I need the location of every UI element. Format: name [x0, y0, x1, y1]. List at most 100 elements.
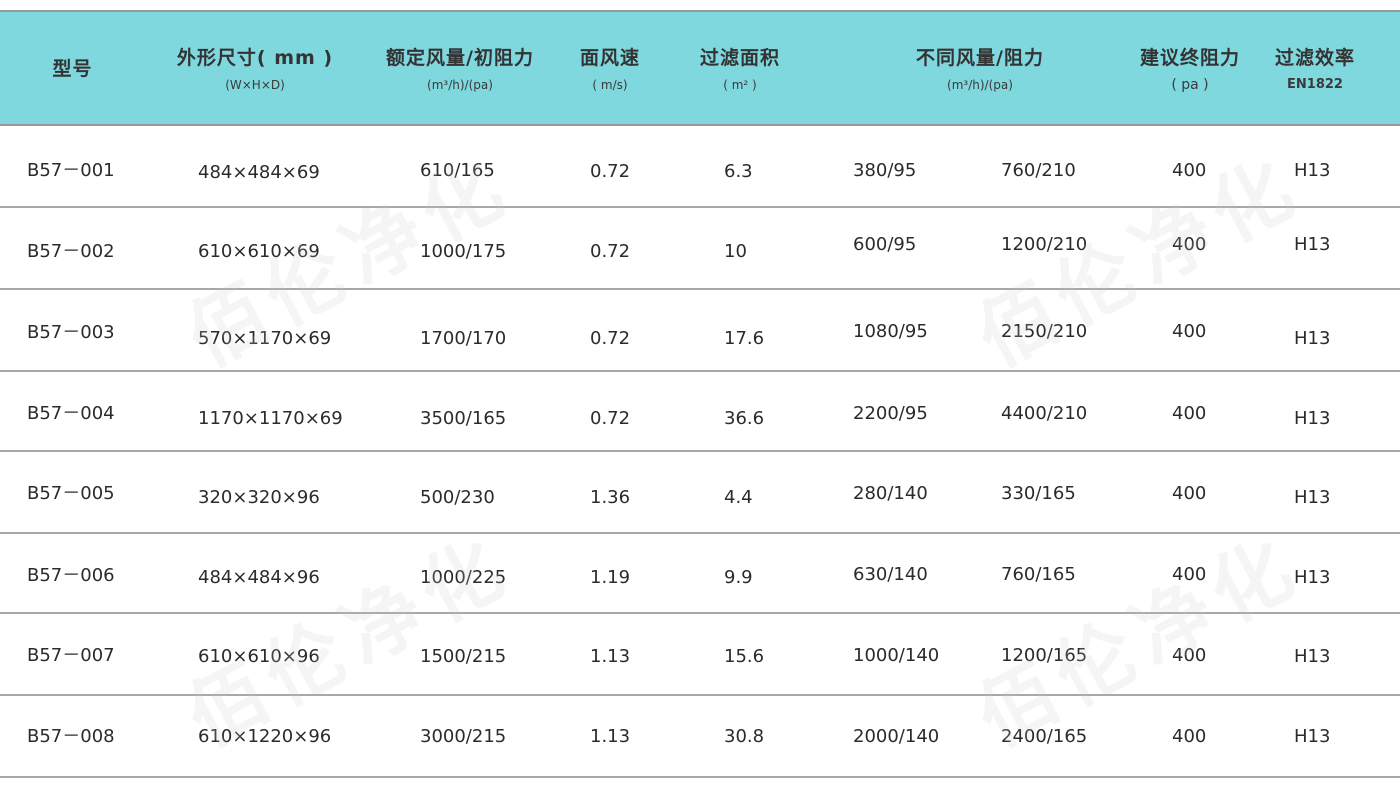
cell-size: 484×484×69 — [198, 162, 320, 183]
cell-rated: 3000/215 — [420, 726, 507, 747]
cell-eff: H13 — [1294, 487, 1331, 508]
cell-speed: 1.19 — [590, 567, 631, 588]
cell-size: 1170×1170×69 — [198, 408, 343, 429]
cell-flow-2: 330/165 — [1001, 483, 1076, 504]
cell-size: 484×484×96 — [198, 567, 320, 588]
cell-model: B57－003 — [27, 322, 115, 343]
cell-eff: H13 — [1294, 160, 1331, 181]
cell-flow-2: 1200/165 — [1001, 645, 1088, 666]
cell-flow-2: 760/165 — [1001, 564, 1076, 585]
header-area-unit: ( m² ) — [723, 77, 757, 92]
cell-rated: 610/165 — [420, 160, 495, 181]
cell-flow-2: 2150/210 — [1001, 321, 1088, 342]
cell-area: 6.3 — [724, 161, 753, 182]
header-size: 外形尺寸( mm ) (W×H×D) — [160, 12, 350, 125]
header-model: 型号 — [20, 12, 125, 125]
cell-area: 30.8 — [724, 726, 765, 747]
cell-flow-1: 380/95 — [853, 160, 917, 181]
cell-eff: H13 — [1294, 726, 1331, 747]
cell-area: 10 — [724, 241, 747, 262]
header-eff-standard: EN1822 — [1287, 76, 1343, 92]
cell-flow-1: 280/140 — [853, 483, 928, 504]
cell-rated: 500/230 — [420, 487, 495, 508]
spec-table-page: 型号 外形尺寸( mm ) (W×H×D) 额定风量/初阻力 (m³/h)/(p… — [0, 0, 1400, 785]
cell-eff: H13 — [1294, 567, 1331, 588]
cell-flow-1: 1000/140 — [853, 645, 940, 666]
cell-flow-1: 2200/95 — [853, 403, 928, 424]
cell-model: B57－007 — [27, 645, 115, 666]
header-flows-label: 不同风量/阻力 — [916, 46, 1044, 69]
header-speed-label: 面风速 — [579, 46, 640, 69]
cell-flow-2: 2400/165 — [1001, 726, 1088, 747]
cell-flow-2: 1200/210 — [1001, 234, 1088, 255]
cell-model: B57－006 — [27, 565, 115, 586]
cell-final: 400 — [1172, 645, 1207, 666]
cell-final: 400 — [1172, 234, 1207, 255]
cell-rated: 1700/170 — [420, 328, 507, 349]
cell-model: B57－004 — [27, 403, 115, 424]
header-eff: 过滤效率 EN1822 — [1260, 12, 1370, 125]
header-flows: 不同风量/阻力 (m³/h)/(pa) — [860, 12, 1100, 125]
header-flows-unit: (m³/h)/(pa) — [947, 77, 1013, 92]
header-size-unit: (W×H×D) — [225, 77, 285, 92]
cell-eff: H13 — [1294, 408, 1331, 429]
cell-final: 400 — [1172, 160, 1207, 181]
header-rated-unit: (m³/h)/(pa) — [427, 77, 493, 92]
header-eff-label: 过滤效率 — [1274, 46, 1355, 69]
cell-size: 610×610×96 — [198, 646, 320, 667]
cell-final: 400 — [1172, 403, 1207, 424]
cell-rated: 1500/215 — [420, 646, 507, 667]
cell-area: 15.6 — [724, 646, 765, 667]
table-row: B57－005 320×320×96 500/230 1.36 4.4 280/… — [0, 452, 1400, 532]
cell-speed: 0.72 — [590, 328, 631, 349]
table-row: B57－007 610×610×96 1500/215 1.13 15.6 10… — [0, 614, 1400, 694]
cell-flow-1: 630/140 — [853, 564, 928, 585]
table-row: B57－001 484×484×69 610/165 0.72 6.3 380/… — [0, 126, 1400, 206]
table-row: B57－002 610×610×69 1000/175 0.72 10 600/… — [0, 208, 1400, 288]
table-row: B57－004 1170×1170×69 3500/165 0.72 36.6 … — [0, 372, 1400, 452]
header-size-label: 外形尺寸( mm ) — [176, 46, 334, 69]
header-rated: 额定风量/初阻力 (m³/h)/(pa) — [375, 12, 545, 125]
cell-rated: 1000/175 — [420, 241, 507, 262]
cell-flow-1: 600/95 — [853, 234, 917, 255]
header-rated-label: 额定风量/初阻力 — [386, 46, 534, 69]
cell-speed: 1.13 — [590, 726, 631, 747]
cell-flow-1: 1080/95 — [853, 321, 928, 342]
cell-speed: 0.72 — [590, 408, 631, 429]
table-row: B57－006 484×484×96 1000/225 1.19 9.9 630… — [0, 534, 1400, 614]
cell-final: 400 — [1172, 564, 1207, 585]
cell-flow-2: 760/210 — [1001, 160, 1076, 181]
header-final-label: 建议终阻力 — [1139, 46, 1240, 69]
cell-flow-1: 2000/140 — [853, 726, 940, 747]
cell-eff: H13 — [1294, 646, 1331, 667]
header-area-label: 过滤面积 — [699, 46, 780, 69]
cell-rated: 3500/165 — [420, 408, 507, 429]
header-final-unit: ( pa ) — [1171, 76, 1209, 93]
cell-area: 9.9 — [724, 567, 753, 588]
cell-model: B57－005 — [27, 483, 115, 504]
cell-area: 17.6 — [724, 328, 765, 349]
cell-eff: H13 — [1294, 234, 1331, 255]
cell-speed: 0.72 — [590, 161, 631, 182]
cell-speed: 0.72 — [590, 241, 631, 262]
cell-model: B57－001 — [27, 160, 115, 181]
cell-model: B57－002 — [27, 241, 115, 262]
table-row: B57－008 610×1220×96 3000/215 1.13 30.8 2… — [0, 696, 1400, 776]
cell-final: 400 — [1172, 321, 1207, 342]
header-area: 过滤面积 ( m² ) — [680, 12, 800, 125]
table-row: B57－003 570×1170×69 1700/170 0.72 17.6 1… — [0, 290, 1400, 370]
header-final: 建议终阻力 ( pa ) — [1125, 12, 1255, 125]
cell-size: 610×610×69 — [198, 241, 320, 262]
cell-speed: 1.13 — [590, 646, 631, 667]
cell-area: 4.4 — [724, 487, 753, 508]
header-speed: 面风速 ( m/s) — [555, 12, 665, 125]
header-model-label: 型号 — [52, 57, 93, 80]
header-speed-unit: ( m/s) — [592, 77, 628, 92]
cell-final: 400 — [1172, 726, 1207, 747]
cell-rated: 1000/225 — [420, 567, 507, 588]
cell-speed: 1.36 — [590, 487, 631, 508]
cell-model: B57－008 — [27, 726, 115, 747]
cell-eff: H13 — [1294, 328, 1331, 349]
cell-final: 400 — [1172, 483, 1207, 504]
cell-flow-2: 4400/210 — [1001, 403, 1088, 424]
